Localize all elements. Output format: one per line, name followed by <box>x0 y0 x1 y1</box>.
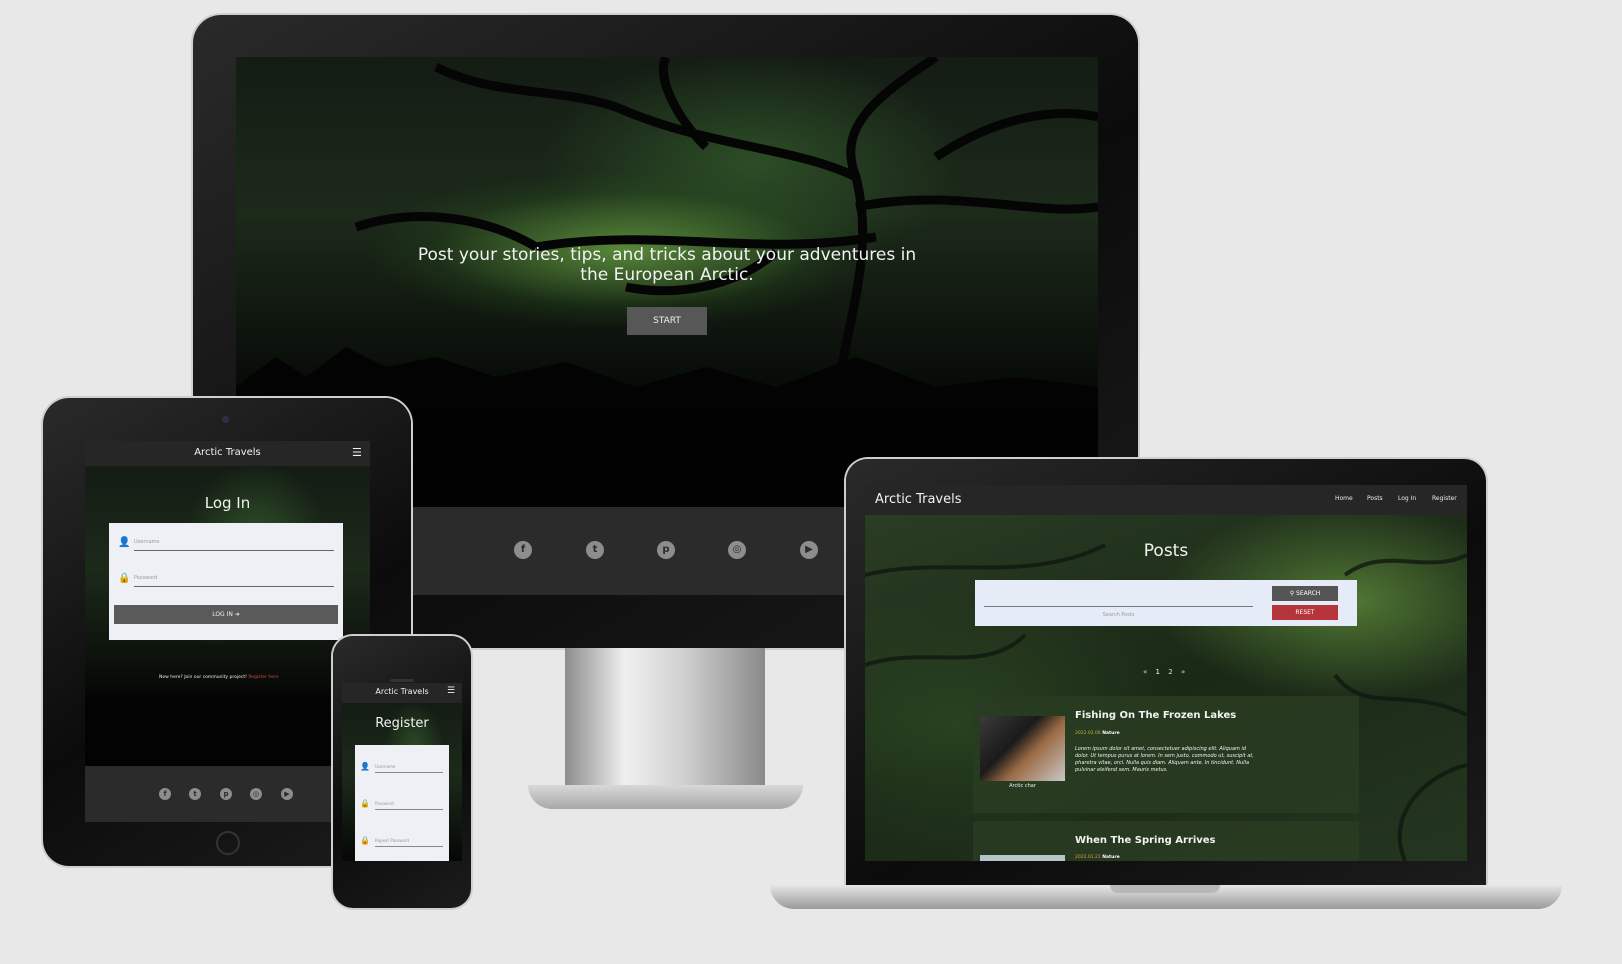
post-date: 2022.01.21 <box>1075 855 1101 860</box>
youtube-icon[interactable]: ▶ <box>800 541 818 559</box>
post-image <box>980 716 1065 781</box>
nav-home[interactable]: Home <box>1335 495 1353 502</box>
post-date: 2022.02.06 <box>1075 731 1101 736</box>
password-input[interactable]: Password <box>375 801 443 810</box>
username-input[interactable]: Username <box>375 764 443 773</box>
search-placeholder: Search Posts <box>1102 612 1135 618</box>
login-button[interactable]: LOG IN ➜ <box>114 605 338 624</box>
phone-hero: Register 👤 Username 🔒 Password 🔒 Repeat … <box>342 703 462 861</box>
login-form: 👤 Username 🔒 Password LOG IN ➜ <box>109 523 343 640</box>
tablet-brand[interactable]: Arctic Travels <box>85 447 370 458</box>
nav-posts[interactable]: Posts <box>1367 495 1383 502</box>
post-card[interactable]: When The Spring Arrives 2022.01.21 Natur… <box>973 821 1359 861</box>
posts-title: Posts <box>1143 541 1189 561</box>
phone-screen: Arctic Travels ☰ Register 👤 Username 🔒 P… <box>342 683 462 861</box>
phone-page-title: Register <box>375 716 429 731</box>
user-icon: 👤 <box>118 537 131 548</box>
phone-brand[interactable]: Arctic Travels <box>342 687 462 696</box>
hamburger-menu-icon[interactable]: ☰ <box>352 446 362 459</box>
tablet-page-title: Log In <box>204 494 251 512</box>
lock-icon: 🔒 <box>118 573 131 584</box>
post-card[interactable]: Arctic char Fishing On The Frozen Lakes … <box>973 696 1359 813</box>
register-link[interactable]: Register here <box>248 675 278 680</box>
hero-heading: Post your stories, tips, and tricks abou… <box>417 245 917 285</box>
password-input[interactable]: Password <box>134 575 334 587</box>
reset-button[interactable]: RESET <box>1272 605 1338 620</box>
search-input[interactable] <box>984 600 1253 607</box>
register-prompt: New here? Join our community project! Re… <box>159 675 278 680</box>
post-excerpt: Lorem ipsum dolor sit amet, consectetuer… <box>1075 746 1254 773</box>
monitor-stand-neck <box>565 648 765 788</box>
tablet-navbar: Arctic Travels ☰ <box>85 441 370 466</box>
hamburger-menu-icon[interactable]: ☰ <box>447 686 455 696</box>
post-category[interactable]: Nature <box>1102 731 1119 736</box>
phone-navbar: Arctic Travels ☰ <box>342 683 462 703</box>
tablet-footer: f t p ◎ ▶ <box>85 766 370 822</box>
pinterest-icon[interactable]: p <box>220 788 232 800</box>
laptop-notch <box>1110 885 1220 893</box>
twitter-icon[interactable]: t <box>586 541 604 559</box>
nav-register[interactable]: Register <box>1432 495 1457 502</box>
facebook-icon[interactable]: f <box>514 541 532 559</box>
post-meta: 2022.02.06 Nature <box>1075 731 1120 736</box>
tablet-dark-band <box>85 696 370 766</box>
repeat-password-input[interactable]: Repeat Password <box>375 838 443 847</box>
pagination-next[interactable]: » <box>1181 668 1185 676</box>
instagram-icon[interactable]: ◎ <box>250 788 262 800</box>
search-button-label: SEARCH <box>1296 590 1321 597</box>
post-title[interactable]: When The Spring Arrives <box>1075 835 1216 846</box>
facebook-icon[interactable]: f <box>159 788 171 800</box>
tree-silhouette-icon <box>236 57 1098 407</box>
tablet-hero: Log In 👤 Username 🔒 Password LOG IN ➜ Ne… <box>85 466 370 696</box>
pagination: « 1 2 » <box>1143 668 1185 676</box>
tablet-screen: Arctic Travels ☰ Log In 👤 Username 🔒 Pas… <box>85 441 370 822</box>
post-image-caption: Arctic char <box>1009 783 1036 789</box>
post-title[interactable]: Fishing On The Frozen Lakes <box>1075 710 1236 721</box>
start-button[interactable]: START <box>627 307 707 335</box>
laptop-navbar: Arctic Travels Home Posts Log In Registe… <box>865 485 1467 515</box>
search-panel: Search Posts ⚲ SEARCH RESET <box>975 580 1357 626</box>
nav-login[interactable]: Log In <box>1398 495 1416 502</box>
lock-icon: 🔒 <box>360 799 370 808</box>
tablet-home-button <box>216 831 240 855</box>
laptop-brand[interactable]: Arctic Travels <box>875 492 962 507</box>
tablet-camera <box>222 416 229 423</box>
post-image <box>980 855 1065 861</box>
search-button[interactable]: ⚲ SEARCH <box>1272 586 1338 601</box>
pagination-page-2[interactable]: 2 <box>1168 668 1172 676</box>
post-meta: 2022.01.21 Nature <box>1075 855 1120 860</box>
add-user-icon: 👤 <box>360 762 370 771</box>
register-form: 👤 Username 🔒 Password 🔒 Repeat Password <box>355 745 449 861</box>
hero-background: Post your stories, tips, and tricks abou… <box>236 57 1098 407</box>
laptop-screen: Arctic Travels Home Posts Log In Registe… <box>865 485 1467 861</box>
pinterest-icon[interactable]: p <box>657 541 675 559</box>
register-prompt-text: New here? Join our community project! <box>159 675 247 680</box>
username-input[interactable]: Username <box>134 539 334 551</box>
post-category[interactable]: Nature <box>1102 855 1119 860</box>
search-icon: ⚲ <box>1289 590 1295 597</box>
monitor-stand-base <box>528 785 803 809</box>
posts-background: Posts Search Posts ⚲ SEARCH RESET « 1 2 … <box>865 515 1467 861</box>
lock-icon: 🔒 <box>360 836 370 845</box>
twitter-icon[interactable]: t <box>189 788 201 800</box>
instagram-icon[interactable]: ◎ <box>728 541 746 559</box>
pagination-prev[interactable]: « <box>1143 668 1147 676</box>
phone-speaker <box>390 679 414 682</box>
pagination-page-1[interactable]: 1 <box>1156 668 1160 676</box>
youtube-icon[interactable]: ▶ <box>281 788 293 800</box>
